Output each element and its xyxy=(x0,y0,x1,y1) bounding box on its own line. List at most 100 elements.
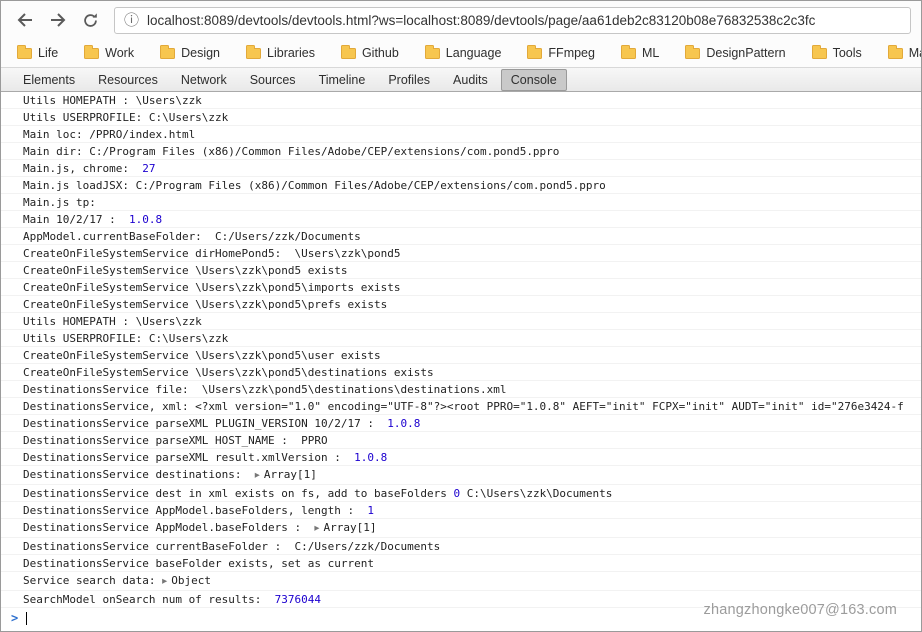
number-value: 1.0.8 xyxy=(387,417,421,430)
console-log-line: CreateOnFileSystemService dirHomePond5: … xyxy=(1,245,921,262)
bookmark-math[interactable]: Math xyxy=(887,44,921,60)
bookmark-ml[interactable]: ML xyxy=(620,44,660,60)
console-log-line: CreateOnFileSystemService \Users\zzk\pon… xyxy=(1,296,921,313)
console-log-line: CreateOnFileSystemService \Users\zzk\pon… xyxy=(1,279,921,296)
log-text: CreateOnFileSystemService \Users\zzk\pon… xyxy=(23,264,348,277)
console-log-line: CreateOnFileSystemService \Users\zzk\pon… xyxy=(1,364,921,381)
forward-arrow-icon xyxy=(50,13,65,27)
tab-resources[interactable]: Resources xyxy=(88,69,168,91)
tab-console[interactable]: Console xyxy=(500,68,567,91)
console-log-list: Utils HOMEPATH : \Users\zzk Utils USERPRO… xyxy=(1,92,921,608)
log-text: DestinationsService parseXML HOST_NAME :… xyxy=(23,434,328,447)
log-text: Utils HOMEPATH : \Users\zzk xyxy=(23,315,202,328)
back-button[interactable] xyxy=(11,7,38,34)
log-text: C:\Users\zzk\Documents xyxy=(460,487,613,500)
log-text: DestinationsService dest in xml exists o… xyxy=(23,487,454,500)
console-log-line: AppModel.currentBaseFolder: C:/Users/zzk… xyxy=(1,228,921,245)
log-text: Main.js, chrome: xyxy=(23,162,143,175)
console-log-line: DestinationsService, xml: <?xml version=… xyxy=(1,398,921,415)
object-preview[interactable]: Array[1] xyxy=(324,521,377,534)
log-text: DestinationsService AppModel.baseFolders… xyxy=(23,521,315,534)
folder-icon xyxy=(685,44,701,59)
address-bar[interactable]: ⓘ localhost:8089/devtools/devtools.html?… xyxy=(114,6,911,34)
bookmark-label: Design xyxy=(181,46,221,60)
console-log-line: Utils HOMEPATH : \Users\zzk xyxy=(1,313,921,330)
expand-triangle-icon[interactable]: ▶ xyxy=(162,576,167,589)
bookmark-language[interactable]: Language xyxy=(424,44,502,60)
bookmark-label: DesignPattern xyxy=(706,46,786,60)
number-value: 1 xyxy=(367,504,374,517)
log-text: CreateOnFileSystemService dirHomePond5: … xyxy=(23,247,401,260)
bookmark-label: Libraries xyxy=(267,46,315,60)
bookmark-tools[interactable]: Tools xyxy=(811,44,862,60)
prompt-chevron-icon: > xyxy=(11,611,19,625)
tab-timeline[interactable]: Timeline xyxy=(309,69,376,91)
page-info-icon[interactable]: ⓘ xyxy=(124,13,139,28)
console-log-line: DestinationsService file: \Users\zzk\pon… xyxy=(1,381,921,398)
console-log-line: CreateOnFileSystemService \Users\zzk\pon… xyxy=(1,347,921,364)
log-text: CreateOnFileSystemService \Users\zzk\pon… xyxy=(23,281,401,294)
log-text: CreateOnFileSystemService \Users\zzk\pon… xyxy=(23,349,381,362)
bookmark-designpattern[interactable]: DesignPattern xyxy=(685,44,786,60)
bookmark-label: FFmpeg xyxy=(548,46,595,60)
forward-button[interactable] xyxy=(44,7,71,34)
console-log-line: CreateOnFileSystemService \Users\zzk\pon… xyxy=(1,262,921,279)
console-log-line: DestinationsService dest in xml exists o… xyxy=(1,485,921,502)
folder-icon xyxy=(84,44,100,59)
tab-profiles[interactable]: Profiles xyxy=(378,69,440,91)
console-log-line: Main dir: C:/Program Files (x86)/Common … xyxy=(1,143,921,160)
log-text: DestinationsService AppModel.baseFolders… xyxy=(23,504,368,517)
log-text: DestinationsService baseFolder exists, s… xyxy=(23,557,374,570)
bookmark-label: Work xyxy=(105,46,135,60)
log-text: DestinationsService, xml: <?xml version=… xyxy=(23,400,904,413)
console-log-line: DestinationsService parseXML result.xmlV… xyxy=(1,449,921,466)
bookmark-ffmpeg[interactable]: FFmpeg xyxy=(527,44,595,60)
console-log-line: DestinationsService parseXML PLUGIN_VERS… xyxy=(1,415,921,432)
object-preview[interactable]: Array[1] xyxy=(264,468,317,481)
log-text: Main 10/2/17 : xyxy=(23,213,129,226)
log-text: Utils USERPROFILE: C:\Users\zzk xyxy=(23,332,229,345)
log-text: SearchModel onSearch num of results: xyxy=(23,593,275,606)
number-value: 7376044 xyxy=(274,593,322,606)
bookmark-label: ML xyxy=(641,46,660,60)
bookmark-work[interactable]: Work xyxy=(84,44,135,60)
log-text: DestinationsService destinations: xyxy=(23,468,255,481)
log-text: CreateOnFileSystemService \Users\zzk\pon… xyxy=(23,366,434,379)
console-log-line: Main.js loadJSX: C:/Program Files (x86)/… xyxy=(1,177,921,194)
console-log-line: Utils HOMEPATH : \Users\zzk xyxy=(1,92,921,109)
expand-triangle-icon[interactable]: ▶ xyxy=(314,523,319,536)
reload-icon xyxy=(84,12,97,27)
tab-sources[interactable]: Sources xyxy=(240,69,306,91)
folder-icon xyxy=(811,44,827,59)
folder-icon xyxy=(527,44,543,59)
log-text: AppModel.currentBaseFolder: C:/Users/zzk… xyxy=(23,230,361,243)
tab-elements[interactable]: Elements xyxy=(13,69,85,91)
bookmark-life[interactable]: Life xyxy=(17,44,59,60)
console-log-line: Main loc: /PPRO/index.html xyxy=(1,126,921,143)
bookmark-label: Language xyxy=(445,46,502,60)
console-panel: Utils HOMEPATH : \Users\zzk Utils USERPRO… xyxy=(1,92,921,629)
object-preview[interactable]: Object xyxy=(171,574,211,587)
log-text: Main.js tp: xyxy=(23,196,96,209)
url-text[interactable]: localhost:8089/devtools/devtools.html?ws… xyxy=(147,13,901,28)
folder-icon xyxy=(160,44,176,59)
log-text: DestinationsService file: \Users\zzk\pon… xyxy=(23,383,507,396)
tab-network[interactable]: Network xyxy=(171,69,237,91)
expand-triangle-icon[interactable]: ▶ xyxy=(255,470,260,483)
bookmark-label: Math xyxy=(908,46,921,60)
console-log-line: DestinationsService parseXML HOST_NAME :… xyxy=(1,432,921,449)
bookmark-label: Life xyxy=(38,46,59,60)
log-text: Utils HOMEPATH : \Users\zzk xyxy=(23,94,202,107)
console-log-line: Main 10/2/17 : 1.0.8 xyxy=(1,211,921,228)
console-log-line: Service search data: ▶ Object xyxy=(1,572,921,591)
bookmark-libraries[interactable]: Libraries xyxy=(246,44,315,60)
bookmark-github[interactable]: Github xyxy=(340,44,399,60)
reload-button[interactable] xyxy=(77,7,104,34)
bookmark-label: Github xyxy=(361,46,399,60)
folder-icon xyxy=(340,44,356,59)
tab-audits[interactable]: Audits xyxy=(443,69,498,91)
number-value: 1.0.8 xyxy=(354,451,388,464)
bookmark-design[interactable]: Design xyxy=(160,44,221,60)
folder-icon xyxy=(424,44,440,59)
console-log-line: Main.js tp: xyxy=(1,194,921,211)
